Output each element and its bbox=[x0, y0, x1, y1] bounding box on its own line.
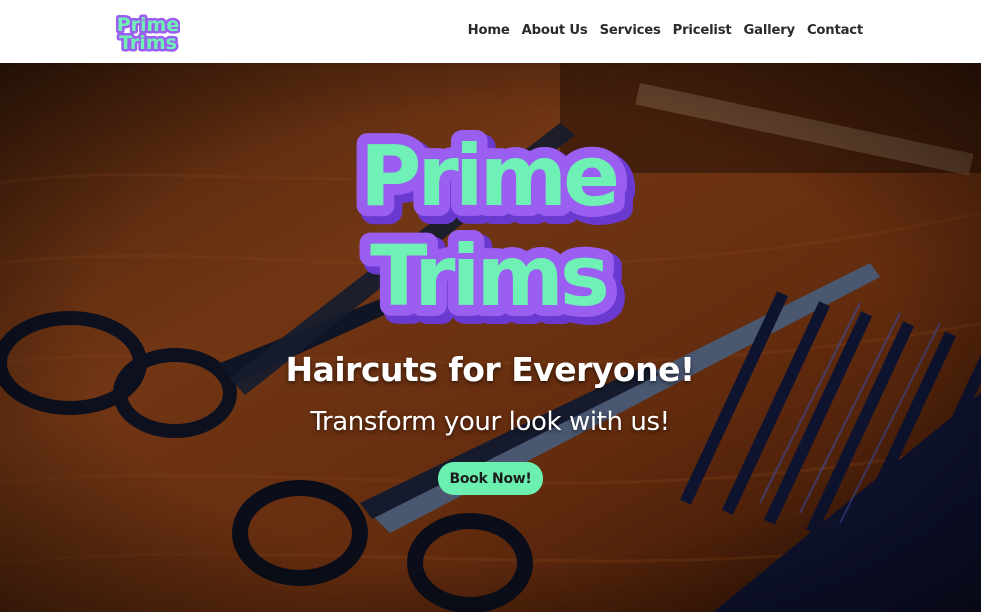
site-logo[interactable]: Prime Prime Trims Trims bbox=[116, 11, 180, 54]
nav-contact[interactable]: Contact bbox=[807, 22, 863, 40]
main-nav: Home About Us Services Pricelist Gallery… bbox=[468, 22, 864, 40]
svg-text:Prime: Prime bbox=[360, 127, 616, 225]
nav-home[interactable]: Home bbox=[468, 22, 510, 40]
hero-subheadline: Transform your look with us! bbox=[310, 407, 670, 437]
svg-text:Trims: Trims bbox=[119, 32, 177, 53]
nav-gallery[interactable]: Gallery bbox=[744, 22, 796, 40]
nav-services[interactable]: Services bbox=[600, 22, 661, 40]
svg-text:Trims: Trims bbox=[370, 227, 607, 325]
site-header: Prime Prime Trims Trims Home About Us Se… bbox=[0, 0, 981, 63]
hero-headline: Haircuts for Everyone! bbox=[285, 350, 695, 389]
nav-about-us[interactable]: About Us bbox=[522, 22, 588, 40]
book-now-button[interactable]: Book Now! bbox=[438, 462, 543, 495]
hero-section: Prime Trims Prime Trims Prime Trims Hair… bbox=[0, 63, 981, 612]
nav-pricelist[interactable]: Pricelist bbox=[673, 22, 732, 40]
hero-logo: Prime Trims Prime Trims Prime Trims bbox=[349, 116, 639, 337]
